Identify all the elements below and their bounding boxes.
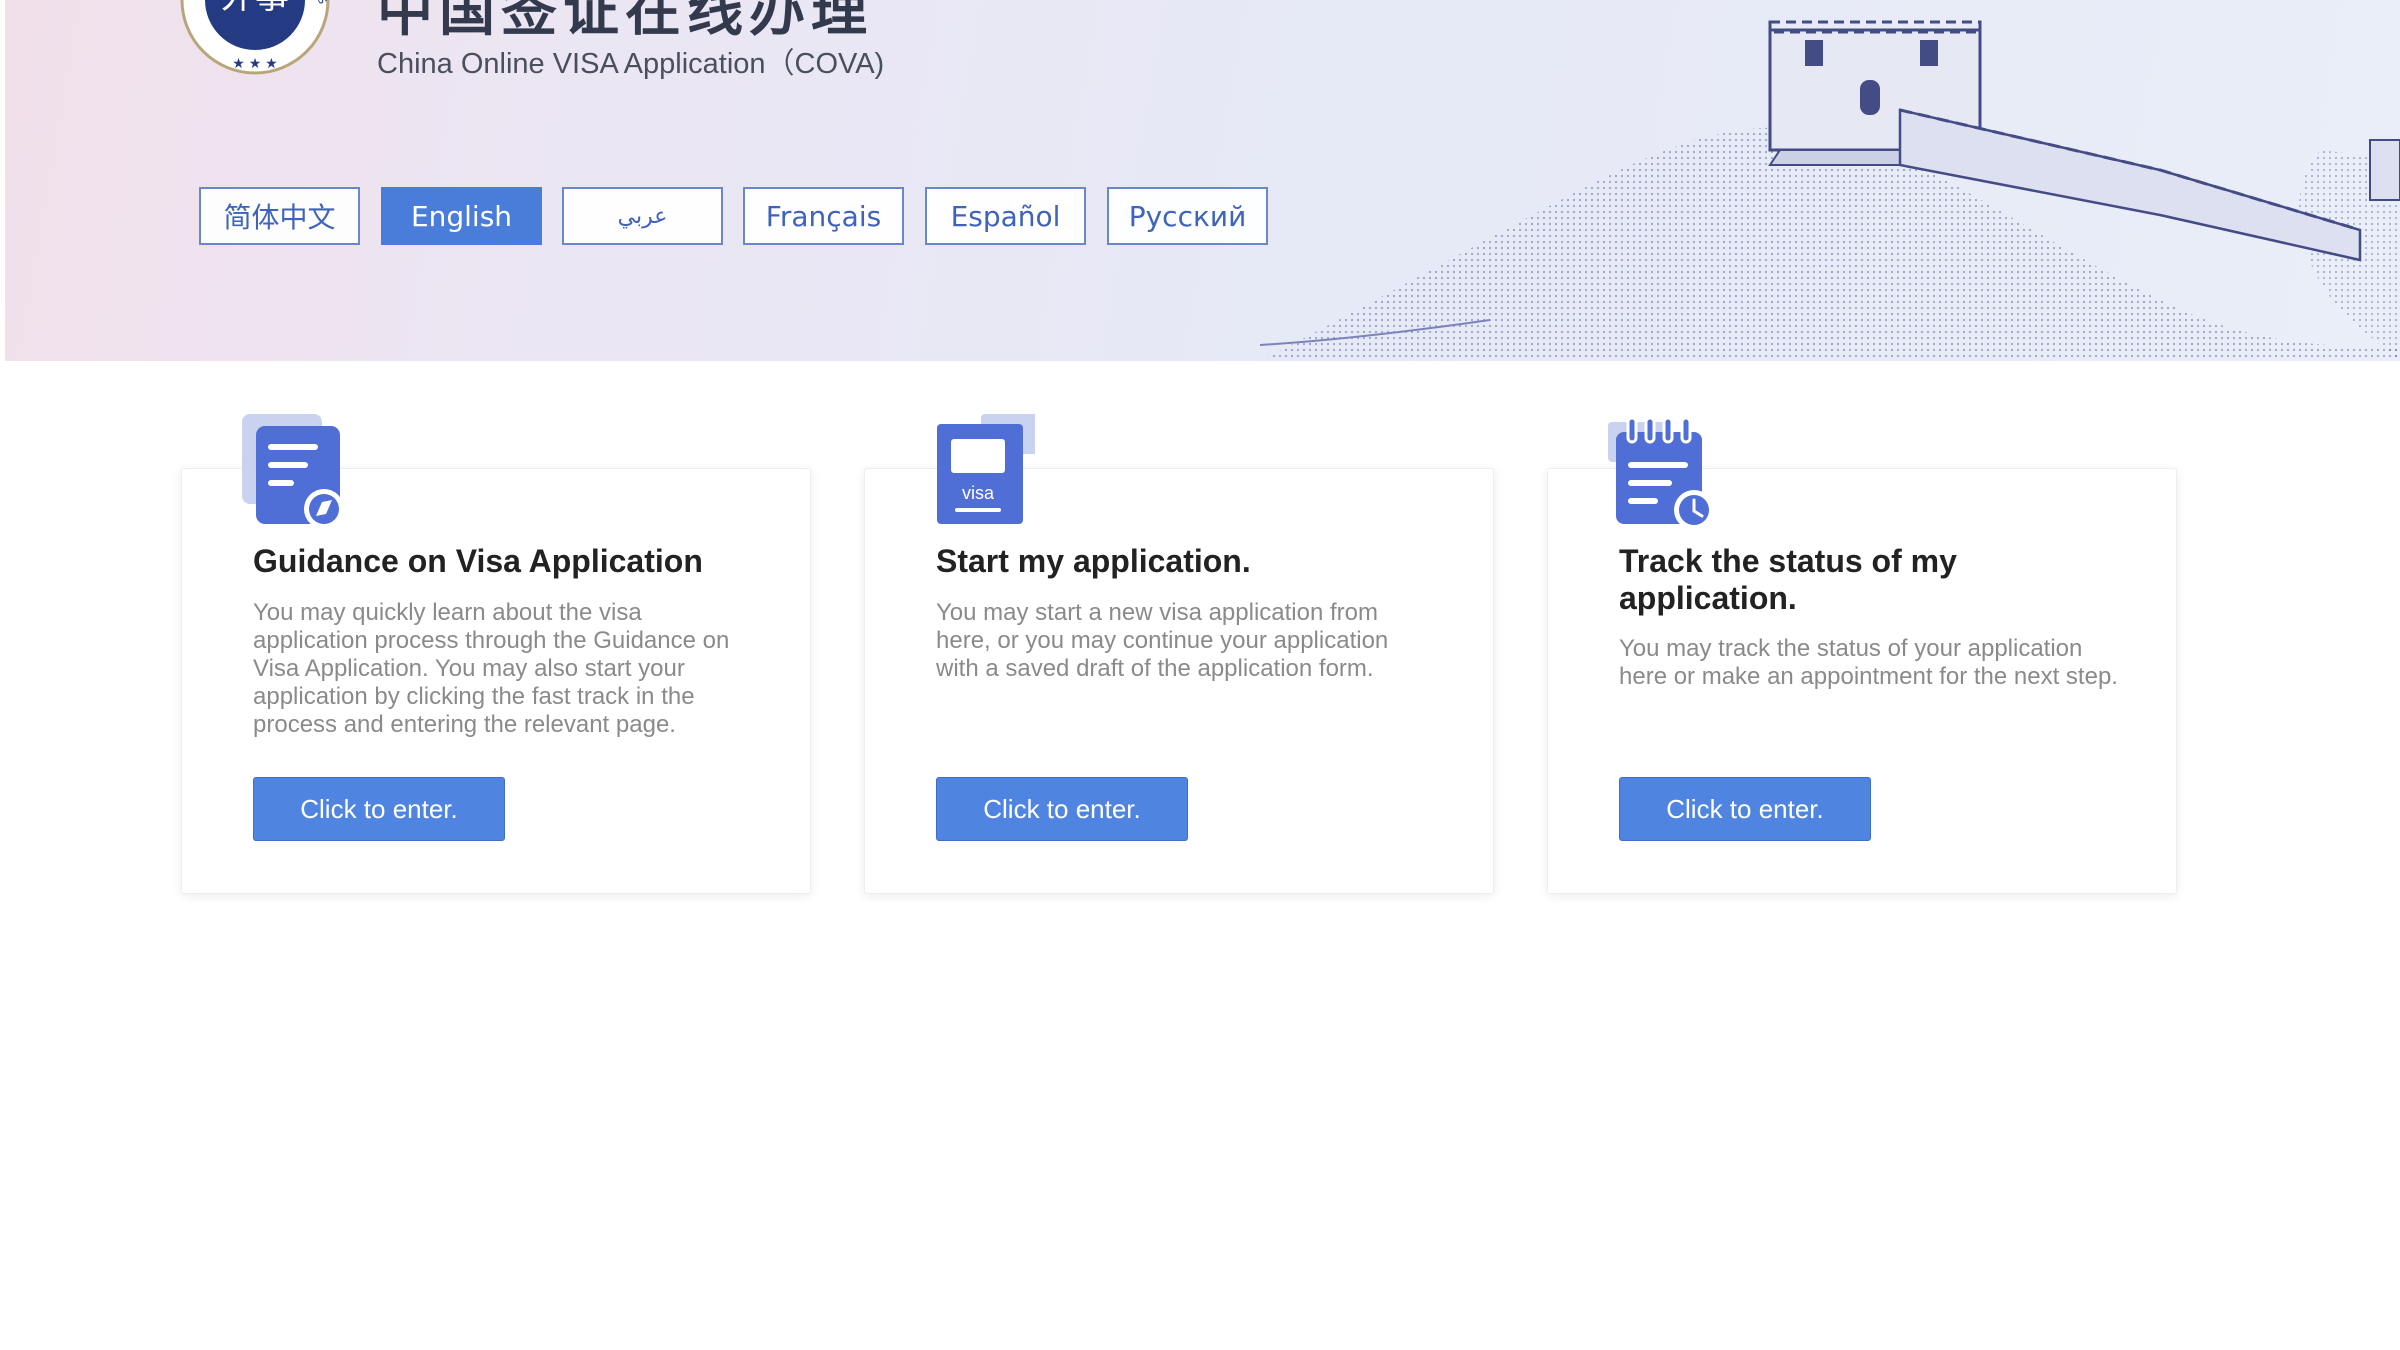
svg-text:外事: 外事 (221, 0, 289, 17)
language-button-chinese[interactable]: 简体中文 (199, 187, 360, 245)
notepad-clock-icon (1608, 416, 1714, 530)
svg-text:★ ★ ★: ★ ★ ★ (232, 55, 277, 71)
card-title: Track the status of my application. (1619, 543, 1957, 616)
document-guide-icon (242, 414, 344, 529)
ministry-logo: 外事 CHIN FAIRS ★ ★ ★ (180, 0, 330, 75)
enter-application-button[interactable]: Click to enter. (936, 777, 1188, 841)
language-button-russian[interactable]: Русский (1107, 187, 1268, 245)
language-button-arabic[interactable]: عربي (562, 187, 723, 245)
card-description: You may quickly learn about the visa app… (253, 599, 730, 738)
language-button-french[interactable]: Français (743, 187, 904, 245)
card-track-status: Track the status of my application. You … (1547, 416, 2177, 894)
card-title: Start my application. (936, 543, 1251, 579)
card-visa-guidance: Guidance on Visa Application You may qui… (181, 414, 811, 894)
card-title: Guidance on Visa Application (253, 543, 703, 579)
great-wall-illustration (1260, 20, 2400, 361)
language-button-english[interactable]: English (381, 187, 542, 245)
visa-book-icon: visa (937, 414, 1035, 524)
site-title-english: China Online VISA Application（COVA) (377, 48, 885, 80)
language-button-spanish[interactable]: Español (925, 187, 1086, 245)
svg-text:visa: visa (962, 483, 995, 503)
enter-guidance-button[interactable]: Click to enter. (253, 777, 505, 841)
card-description: You may track the status of your applica… (1619, 635, 2118, 690)
header-banner: 外事 CHIN FAIRS ★ ★ ★ 中国签证在线办理 China Onlin… (5, 0, 2400, 361)
card-description: You may start a new visa application fro… (936, 599, 1389, 682)
card-start-application: visa Start my application. You may start… (864, 414, 1494, 894)
enter-track-button[interactable]: Click to enter. (1619, 777, 1871, 841)
